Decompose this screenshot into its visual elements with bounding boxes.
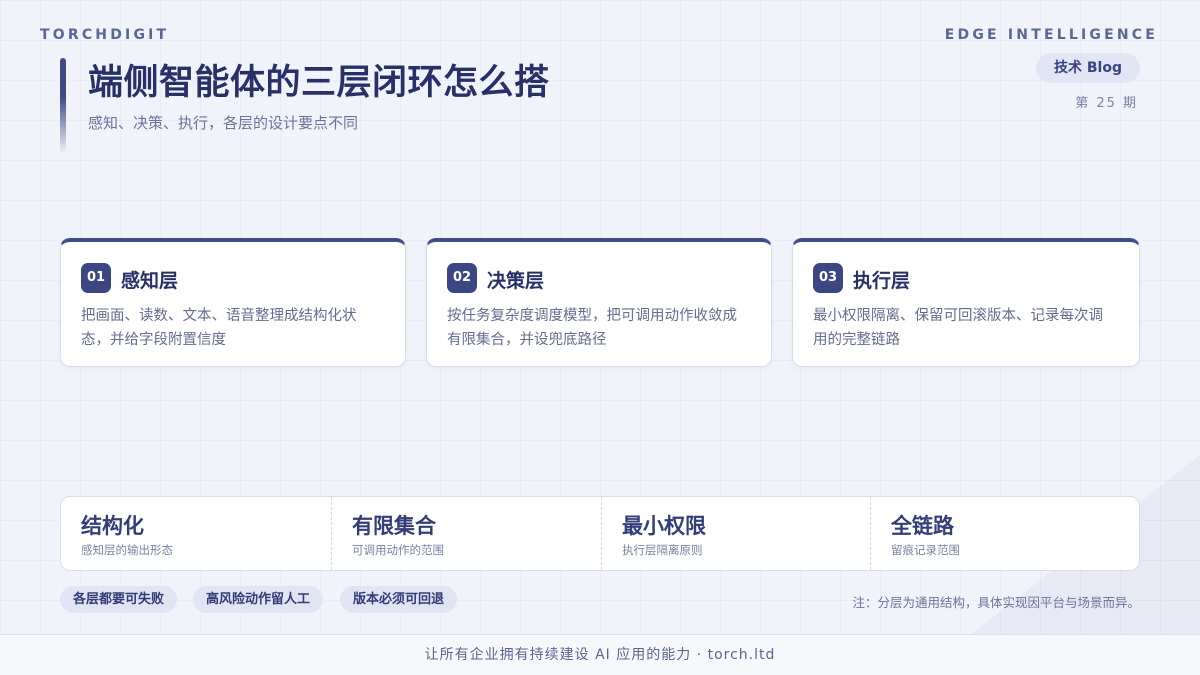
card-number-badge: 01 — [81, 263, 111, 293]
issue-number: 第 25 期 — [1075, 96, 1138, 111]
brand-tagline: EDGE INTELLIGENCE — [944, 27, 1158, 43]
brand-logo-text: TORCHDIGIT — [40, 27, 170, 43]
key-point-title: 最小权限 — [622, 514, 706, 538]
key-point-title: 有限集合 — [352, 514, 436, 538]
category-tag[interactable]: 技术 Blog — [1036, 53, 1140, 83]
page-subtitle: 感知、决策、执行，各层的设计要点不同 — [88, 114, 359, 132]
card-description: 最小权限隔离、保留可回滚版本、记录每次调用的完整链路 — [813, 308, 1103, 348]
key-point-caption: 可调用动作的范围 — [352, 543, 444, 557]
key-point-item: 全链路 留痕记录范围 — [870, 497, 1139, 570]
principle-tag: 各层都要可失败 — [60, 586, 178, 613]
principle-tag: 版本必须可回退 — [340, 586, 458, 613]
card-number-badge: 02 — [447, 263, 477, 293]
footnote: 注：分层为通用结构，具体实现因平台与场景而异。 — [852, 595, 1140, 610]
key-point-item: 最小权限 执行层隔离原则 — [601, 497, 871, 570]
card-title: 执行层 — [853, 270, 911, 292]
page-title: 端侧智能体的三层闭环怎么搭 — [88, 63, 550, 103]
key-point-item: 结构化 感知层的输出形态 — [61, 497, 331, 570]
key-point-caption: 留痕记录范围 — [891, 543, 960, 557]
title-accent-bar — [60, 58, 66, 154]
layer-cards: 01 感知层 把画面、读数、文本、语音整理成结构化状态，并给字段附置信度 02 … — [60, 238, 1140, 369]
principle-tag: 高风险动作留人工 — [193, 586, 324, 613]
card-title: 感知层 — [121, 270, 179, 292]
key-point-title: 全链路 — [891, 514, 954, 538]
card-title: 决策层 — [487, 270, 545, 292]
key-points-strip: 结构化 感知层的输出形态 有限集合 可调用动作的范围 最小权限 执行层隔离原则 … — [60, 496, 1140, 571]
card-decision: 02 决策层 按任务复杂度调度模型，把可调用动作收敛成有限集合，并设兜底路径 — [426, 238, 772, 367]
card-execution: 03 执行层 最小权限隔离、保留可回滚版本、记录每次调用的完整链路 — [792, 238, 1140, 367]
card-number-badge: 03 — [813, 263, 843, 293]
key-point-caption: 感知层的输出形态 — [81, 543, 173, 557]
key-point-title: 结构化 — [81, 514, 144, 538]
footer-slogan: 让所有企业拥有持续建设 AI 应用的能力 · torch.ltd — [0, 634, 1200, 675]
card-description: 按任务复杂度调度模型，把可调用动作收敛成有限集合，并设兜底路径 — [447, 308, 737, 348]
card-perception: 01 感知层 把画面、读数、文本、语音整理成结构化状态，并给字段附置信度 — [60, 238, 406, 367]
key-point-caption: 执行层隔离原则 — [622, 543, 703, 557]
key-point-item: 有限集合 可调用动作的范围 — [331, 497, 601, 570]
card-description: 把画面、读数、文本、语音整理成结构化状态，并给字段附置信度 — [81, 308, 357, 348]
